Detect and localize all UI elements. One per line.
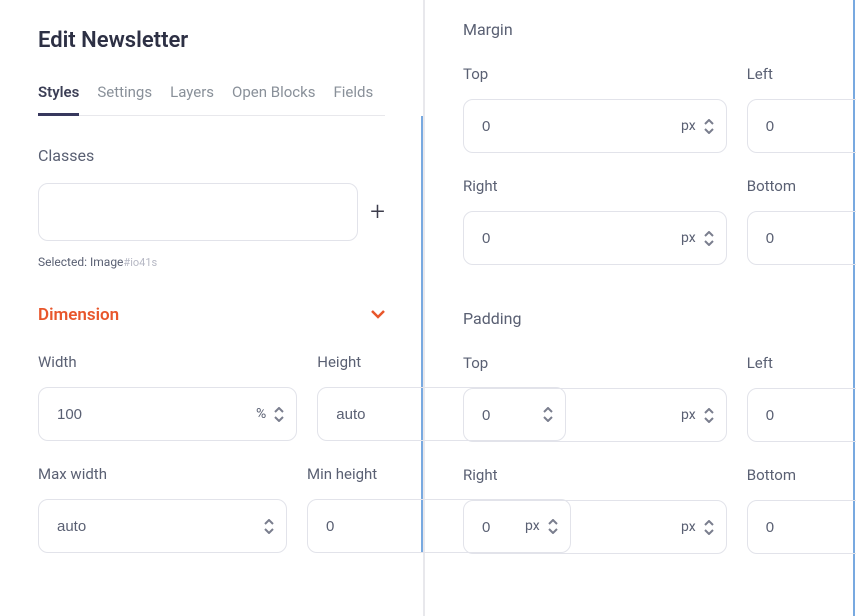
margin-top-group: Top px [463, 65, 727, 153]
width-input-wrap[interactable]: % [38, 387, 297, 441]
margin-bottom-input[interactable] [766, 230, 856, 247]
padding-top-input[interactable] [482, 407, 681, 424]
margin-left-label: Left [747, 65, 856, 83]
margin-row-2: Right px Bottom px [463, 177, 815, 265]
left-panel: Edit Newsletter Styles Settings Layers O… [0, 0, 425, 616]
width-label: Width [38, 353, 297, 371]
dimension-row-1: Width % Height [38, 353, 385, 441]
chevron-down-icon [371, 307, 385, 323]
width-stepper[interactable] [274, 407, 284, 422]
width-group: Width % [38, 353, 297, 441]
margin-left-input-wrap[interactable]: px [747, 99, 856, 153]
tab-settings[interactable]: Settings [97, 83, 152, 115]
margin-left-input[interactable] [766, 118, 856, 135]
margin-bottom-label: Bottom [747, 177, 856, 195]
margin-row-1: Top px Left px [463, 65, 815, 153]
max-width-input[interactable] [57, 518, 256, 535]
dimension-row-2: Max width Min height px [38, 465, 385, 553]
margin-right-input-wrap[interactable]: px [463, 211, 727, 265]
padding-left-input-wrap[interactable]: px [747, 388, 856, 442]
padding-right-input[interactable] [482, 519, 681, 536]
margin-heading: Margin [463, 20, 815, 39]
padding-bottom-input-wrap[interactable]: px [747, 500, 856, 554]
margin-bottom-input-wrap[interactable]: px [747, 211, 856, 265]
max-width-stepper[interactable] [264, 519, 274, 534]
page-title: Edit Newsletter [38, 28, 385, 53]
add-class-icon[interactable]: + [370, 197, 385, 227]
classes-input[interactable] [38, 183, 358, 241]
max-width-group: Max width [38, 465, 287, 553]
selected-hash: #io41s [123, 256, 157, 269]
max-width-input-wrap[interactable] [38, 499, 287, 553]
padding-top-stepper[interactable] [704, 408, 714, 423]
padding-right-input-wrap[interactable]: px [463, 500, 727, 554]
selected-type: Image [90, 255, 123, 269]
margin-right-label: Right [463, 177, 727, 195]
padding-bottom-input[interactable] [766, 519, 856, 536]
margin-top-input[interactable] [482, 118, 681, 135]
padding-bottom-label: Bottom [747, 466, 856, 484]
padding-right-stepper[interactable] [704, 520, 714, 535]
tab-styles[interactable]: Styles [38, 83, 79, 116]
dimension-toggle[interactable]: Dimension [38, 305, 385, 325]
tab-layers[interactable]: Layers [170, 83, 214, 115]
selected-prefix: Selected: [38, 255, 90, 269]
width-unit[interactable]: % [256, 406, 266, 422]
margin-left-group: Left px [747, 65, 856, 153]
margin-top-stepper[interactable] [704, 119, 714, 134]
margin-bottom-group: Bottom px [747, 177, 856, 265]
padding-right-unit[interactable]: px [681, 519, 696, 535]
classes-row: + [38, 183, 385, 241]
margin-top-unit[interactable]: px [681, 118, 696, 134]
margin-right-input[interactable] [482, 230, 681, 247]
margin-right-unit[interactable]: px [681, 230, 696, 246]
dimension-title: Dimension [38, 305, 119, 325]
right-panel: Margin Top px Left px [425, 0, 855, 616]
selected-info: Selected: Image#io41s [38, 255, 385, 269]
styles-scroll: Classes + Selected: Image#io41s Dimensio… [38, 116, 423, 553]
padding-left-group: Left px [747, 354, 856, 442]
padding-top-input-wrap[interactable]: px [463, 388, 727, 442]
padding-left-label: Left [747, 354, 856, 372]
height-label: Height [317, 353, 566, 371]
margin-right-stepper[interactable] [704, 231, 714, 246]
tabs: Styles Settings Layers Open Blocks Field… [38, 83, 385, 116]
padding-heading: Padding [463, 309, 815, 328]
padding-left-input[interactable] [766, 407, 856, 424]
classes-label: Classes [38, 146, 385, 165]
margin-right-group: Right px [463, 177, 727, 265]
padding-bottom-group: Bottom px [747, 466, 856, 554]
width-input[interactable] [57, 406, 256, 423]
tab-fields[interactable]: Fields [333, 83, 373, 115]
tab-open-blocks[interactable]: Open Blocks [232, 83, 315, 115]
margin-top-input-wrap[interactable]: px [463, 99, 727, 153]
margin-top-label: Top [463, 65, 727, 83]
min-height-label: Min height [307, 465, 571, 483]
max-width-label: Max width [38, 465, 287, 483]
padding-top-unit[interactable]: px [681, 407, 696, 423]
